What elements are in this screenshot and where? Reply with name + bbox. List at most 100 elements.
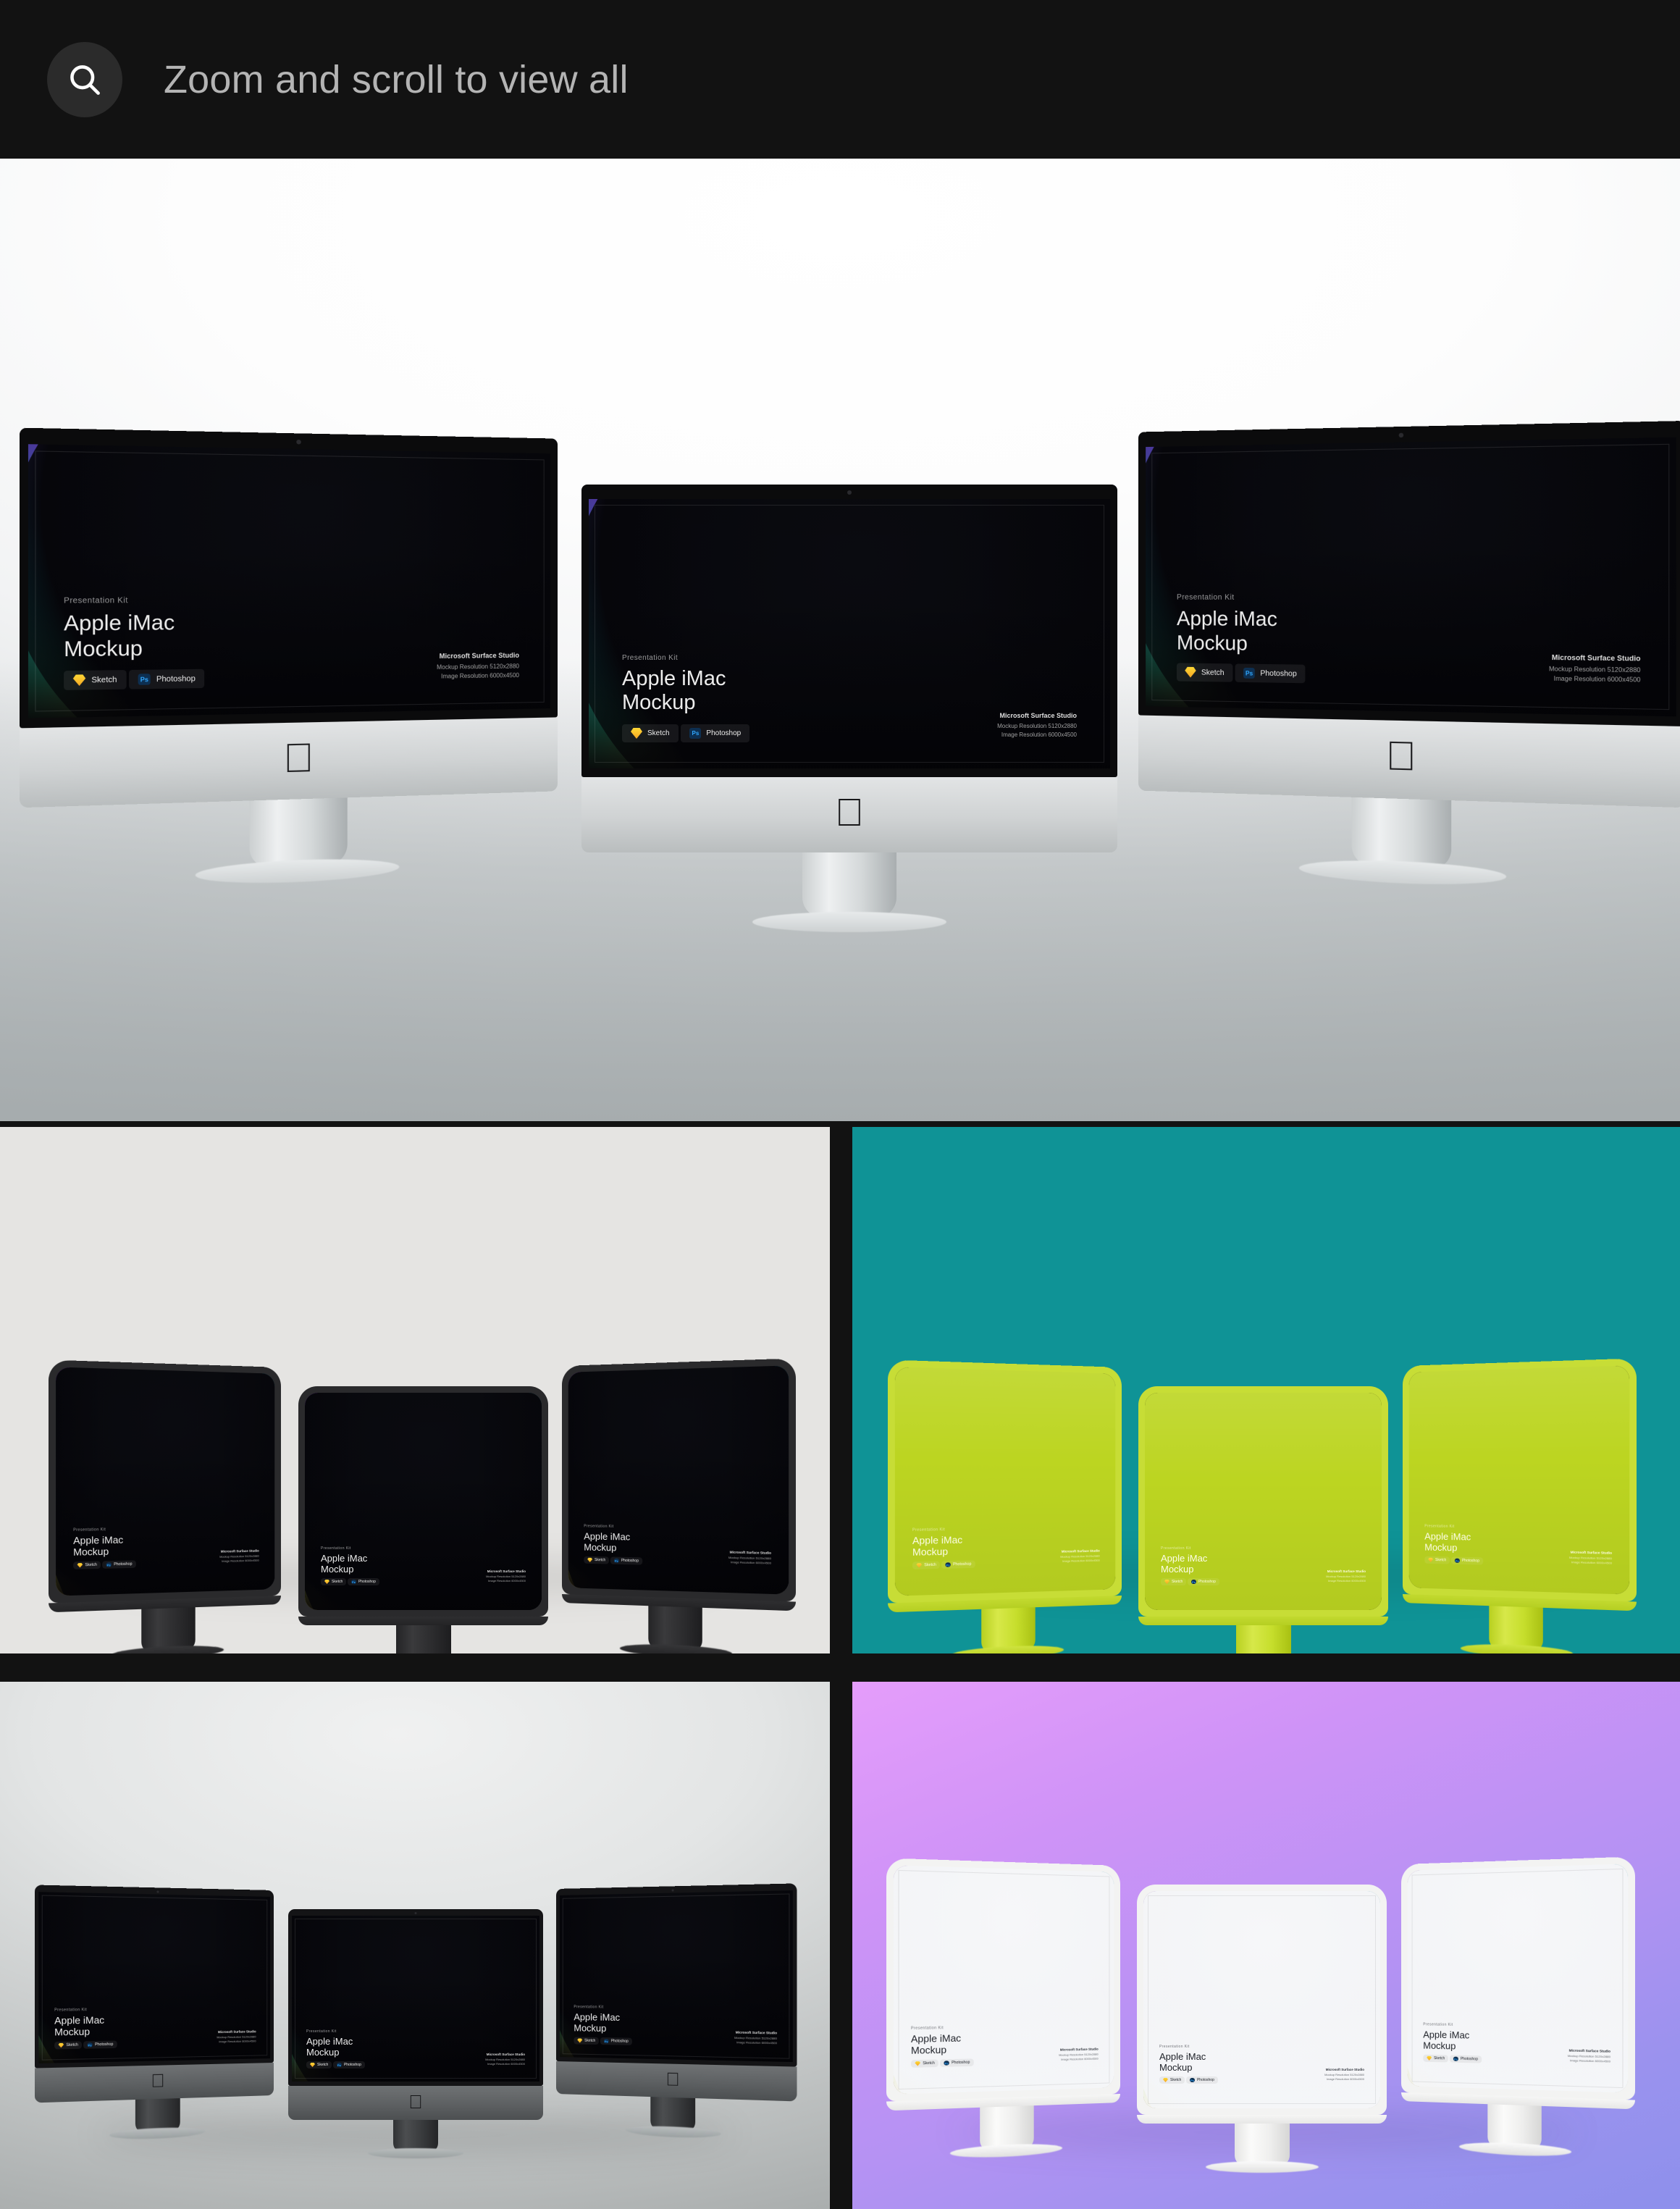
screen-specs-block: Microsoft Surface Studio Mockup Resoluti…	[486, 1569, 526, 1583]
specs-mockup-resolution: Mockup Resolution 5120x2880	[1326, 1575, 1366, 1578]
sketch-badge: Sketch	[1159, 2076, 1185, 2084]
photoshop-ps-icon: Ps	[336, 2063, 342, 2067]
sketch-badge-label: Sketch	[85, 1562, 97, 1568]
imac-device-left[interactable]: Presentation Kit Apple iMac Mockup Sketc…	[887, 1359, 1122, 1653]
display-bezel: Presentation Kit Apple iMac Mockup Sketc…	[581, 485, 1117, 777]
specs-image-resolution: Image Resolution 6000x4500	[1326, 2077, 1364, 2081]
apple-logo: 	[835, 793, 865, 832]
screen-copy-block: Presentation Kit Apple iMac Mockup Sketc…	[574, 2005, 683, 2046]
display-screen: Presentation Kit Apple iMac Mockup Sketc…	[28, 444, 550, 718]
display-screen: Presentation Kit Apple iMac Mockup Sketc…	[1143, 1891, 1380, 2108]
imac-device-hero-right[interactable]: Presentation Kit Apple iMac Mockup Sketc…	[1138, 420, 1680, 888]
sketch-badge: Sketch	[1424, 1556, 1450, 1564]
screen-title-line1: Apple iMac	[1176, 607, 1277, 631]
screen-copy-block: Presentation Kit Apple iMac Mockup Sketc…	[910, 2024, 1025, 2068]
specs-mockup-resolution: Mockup Resolution 5120x2880	[1324, 2073, 1364, 2076]
photoshop-badge-label: Photoshop	[1196, 2078, 1214, 2082]
display-screen: Presentation Kit Apple iMac Mockup Sketc…	[1407, 1864, 1629, 2093]
preview-panel-white-on-purple[interactable]: Presentation Kit Apple iMac Mockup Sketc…	[842, 1666, 1680, 2209]
specs-image-resolution: Image Resolution 6000x4500	[1001, 732, 1077, 738]
screen-title-line1: Apple iMac	[306, 2035, 353, 2047]
imac-device-right[interactable]: Presentation Kit Apple iMac Mockup Sketc…	[562, 1358, 797, 1653]
screen-copy-block: Presentation Kit Apple iMac Mockup Sketc…	[1176, 594, 1431, 685]
sketch-diamond-icon	[324, 1580, 329, 1584]
screen-title-line2: Mockup	[622, 691, 696, 715]
sketch-diamond-icon	[631, 728, 642, 739]
specs-heading: Microsoft Surface Studio	[1568, 2048, 1611, 2053]
device-chin: 	[288, 2086, 543, 2120]
imac-device-hero-center[interactable]: Presentation Kit Apple iMac Mockup Sketc…	[581, 485, 1117, 932]
screen-specs-block: Microsoft Surface Studio Mockup Resoluti…	[1568, 2048, 1610, 2063]
specs-heading: Microsoft Surface Studio	[1059, 2047, 1099, 2052]
panel-canvas: Presentation Kit Apple iMac Mockup Sketc…	[0, 1127, 830, 1653]
sketch-badge-label: Sketch	[66, 2042, 78, 2048]
screen-copy-block: Presentation Kit Apple iMac Mockup Sketc…	[306, 2029, 415, 2068]
specs-heading: Microsoft Surface Studio	[999, 712, 1077, 719]
preview-panel-spacegray-on-gray[interactable]: Presentation Kit Apple iMac Mockup Sketc…	[0, 1666, 842, 2209]
display-bezel: Presentation Kit Apple iMac Mockup Sketc…	[288, 1909, 543, 2086]
photoshop-ps-icon: Ps	[1190, 1580, 1196, 1584]
photoshop-badge: Ps Photoshop	[600, 2037, 632, 2045]
display-bezel: Presentation Kit Apple iMac Mockup Sketc…	[556, 1883, 797, 2067]
panel-canvas: Presentation Kit Apple iMac Mockup Sketc…	[852, 1682, 1680, 2209]
photoshop-ps-icon: Ps	[87, 2042, 93, 2047]
screen-kicker: Presentation Kit	[1161, 1546, 1191, 1551]
photoshop-badge-label: Photoshop	[610, 2039, 629, 2044]
screen-kicker: Presentation Kit	[912, 1527, 946, 1533]
photoshop-badge-label: Photoshop	[952, 1562, 972, 1567]
preview-panel-dark-on-light[interactable]: Presentation Kit Apple iMac Mockup Sketc…	[0, 1127, 842, 1666]
photoshop-badge-label: Photoshop	[94, 2042, 114, 2047]
display-bezel: Presentation Kit Apple iMac Mockup Sketc…	[886, 1858, 1120, 2102]
photoshop-badge: Ps Photoshop	[1185, 2076, 1218, 2084]
screen-kicker: Presentation Kit	[1423, 2022, 1453, 2027]
preview-panel-lime-on-teal[interactable]: Presentation Kit Apple iMac Mockup Sketc…	[842, 1127, 1680, 1666]
photoshop-badge: Ps Photoshop	[129, 668, 205, 689]
imac-device-right[interactable]: Presentation Kit Apple iMac Mockup Sketc…	[1403, 1358, 1637, 1653]
imac-device-left[interactable]: Presentation Kit Apple iMac Mockup Sketc…	[49, 1359, 282, 1653]
screen-copy-block: Presentation Kit Apple iMac Mockup Sketc…	[73, 1526, 188, 1569]
sketch-badge-label: Sketch	[91, 675, 117, 685]
device-stand-neck	[249, 797, 348, 868]
sketch-badge-label: Sketch	[584, 2038, 596, 2043]
imac-device-left[interactable]: Presentation Kit Apple iMac Mockup Sketc…	[34, 1885, 274, 2141]
screen-specs-block: Microsoft Surface Studio Mockup Resoluti…	[437, 651, 519, 679]
imac-device-left[interactable]: Presentation Kit Apple iMac Mockup Sketc…	[886, 1858, 1120, 2160]
screen-specs-block: Microsoft Surface Studio Mockup Resoluti…	[1326, 1569, 1366, 1583]
sketch-badge: Sketch	[1423, 2054, 1449, 2063]
imac-device-center[interactable]: Presentation Kit Apple iMac Mockup Sketc…	[298, 1386, 548, 1653]
imac-device-center[interactable]: Presentation Kit Apple iMac Mockup Sketc…	[1137, 1885, 1387, 2173]
facetime-camera-icon	[414, 1912, 417, 1914]
hero-preview-panel[interactable]: Presentation Kit Apple iMac Mockup Sketc…	[0, 159, 1680, 1121]
screen-kicker: Presentation Kit	[64, 596, 128, 606]
specs-image-resolution: Image Resolution 6000x4500	[1553, 675, 1641, 684]
sketch-badge: Sketch	[574, 2037, 600, 2045]
sketch-badge-label: Sketch	[317, 2063, 329, 2067]
imac-device-right[interactable]: Presentation Kit Apple iMac Mockup Sketc…	[1401, 1856, 1636, 2158]
display-bezel: Presentation Kit Apple iMac Mockup Sketc…	[49, 1359, 282, 1604]
sketch-diamond-icon	[1427, 2056, 1432, 2061]
screen-title-line2: Mockup	[64, 636, 143, 661]
screen-kicker: Presentation Kit	[1424, 1524, 1455, 1529]
screen-kicker: Presentation Kit	[73, 1527, 106, 1533]
imac-device-center[interactable]: Presentation Kit Apple iMac Mockup Sketc…	[288, 1909, 543, 2158]
photoshop-badge-label: Photoshop	[1461, 1558, 1479, 1564]
screen-title-line2: Mockup	[321, 1563, 354, 1575]
display-screen: Presentation Kit Apple iMac Mockup Sketc…	[38, 1892, 271, 2064]
screen-copy-block: Presentation Kit Apple iMac Mockup Sketc…	[912, 1526, 1027, 1569]
sketch-diamond-icon	[587, 1558, 592, 1562]
display-bezel: Presentation Kit Apple iMac Mockup Sketc…	[1138, 420, 1680, 727]
top-toolbar: Zoom and scroll to view all	[0, 0, 1680, 159]
imac-device-right[interactable]: Presentation Kit Apple iMac Mockup Sketc…	[556, 1883, 797, 2139]
specs-image-resolution: Image Resolution 6000x4500	[219, 2039, 256, 2044]
imac-device-hero-left[interactable]: Presentation Kit Apple iMac Mockup Sketc…	[20, 427, 558, 886]
device-stand-neck	[395, 1625, 451, 1653]
search-button[interactable]	[47, 41, 122, 117]
display-bezel: Presentation Kit Apple iMac Mockup Sketc…	[1403, 1358, 1637, 1602]
display-screen: Presentation Kit Apple iMac Mockup Sketc…	[56, 1367, 275, 1596]
specs-heading: Microsoft Surface Studio	[487, 1569, 526, 1573]
facetime-camera-icon	[847, 490, 852, 495]
imac-device-center[interactable]: Presentation Kit Apple iMac Mockup Sketc…	[1138, 1386, 1388, 1653]
screen-kicker: Presentation Kit	[910, 2025, 944, 2031]
specs-image-resolution: Image Resolution 6000x4500	[487, 1579, 526, 1583]
specs-mockup-resolution: Mockup Resolution 5120x2880	[485, 2058, 525, 2061]
